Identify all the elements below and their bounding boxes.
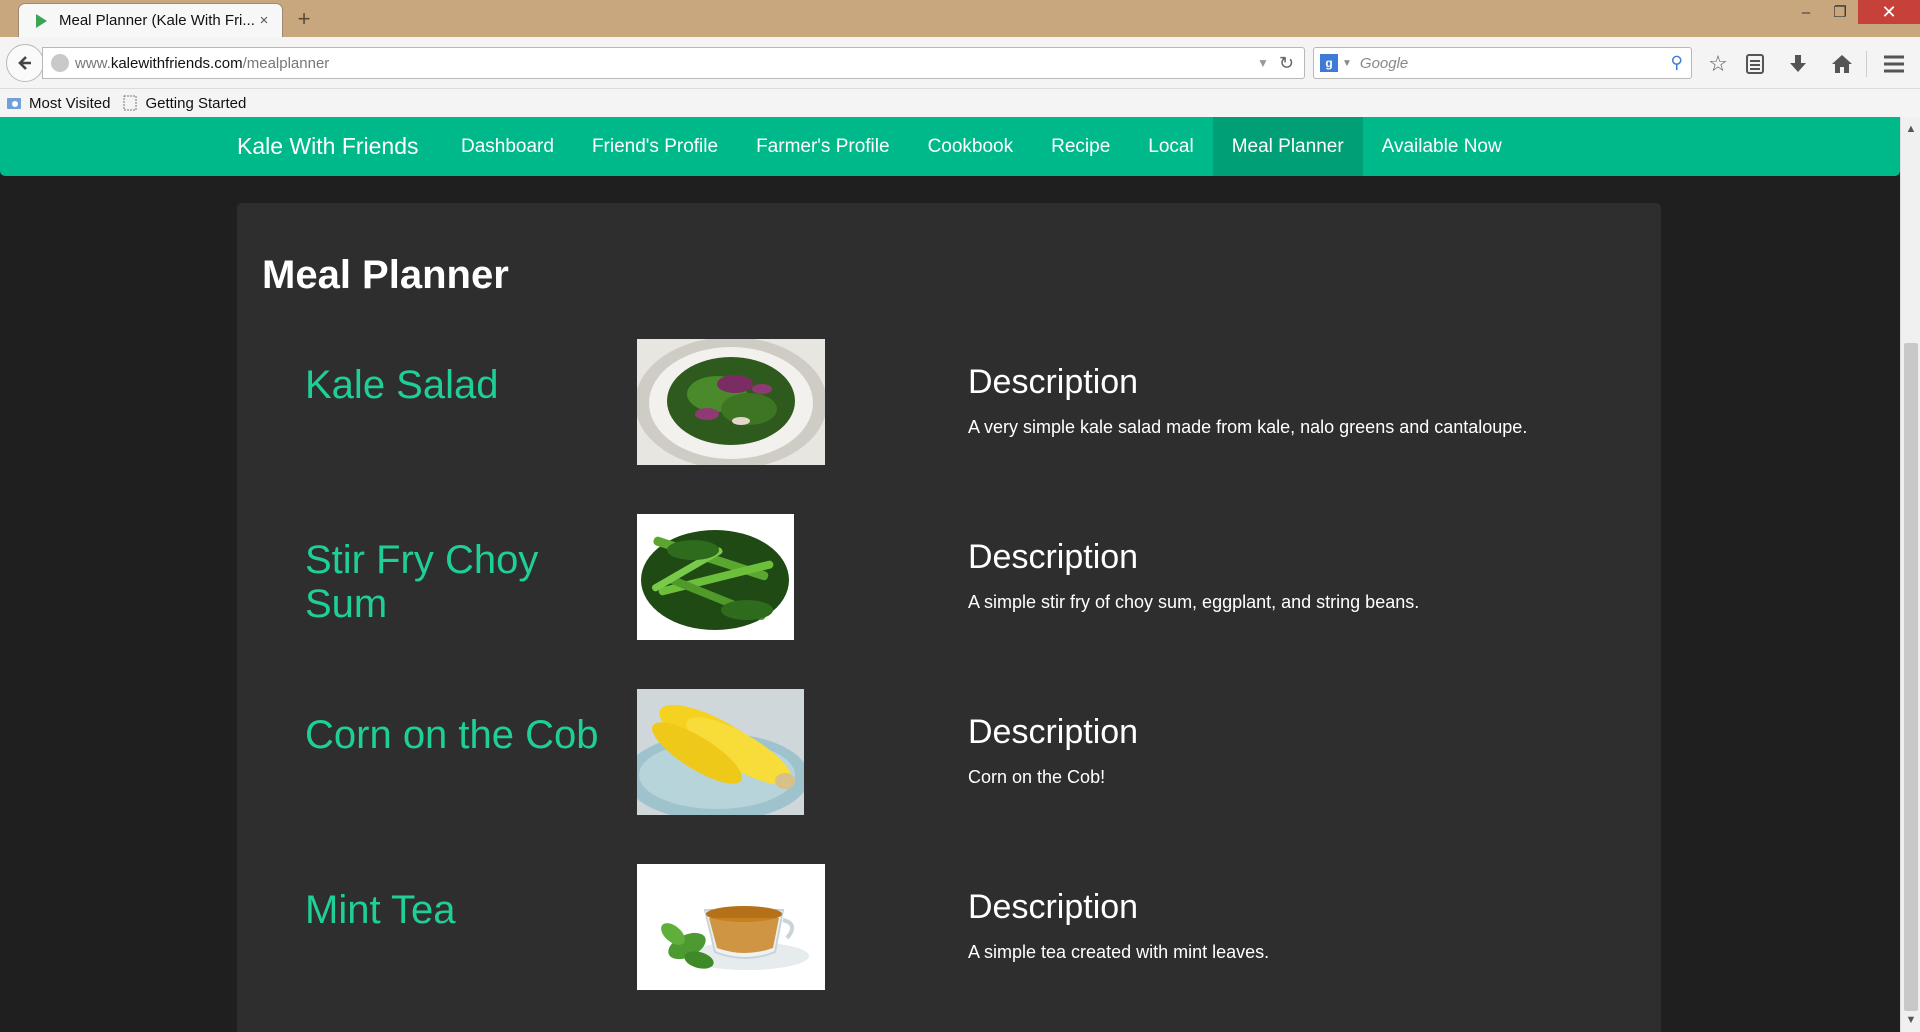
reading-list-icon[interactable] xyxy=(1739,49,1771,79)
meal-name[interactable]: Mint Tea xyxy=(305,888,605,932)
search-icon[interactable]: ⚲ xyxy=(1671,53,1683,73)
nav-meal-planner[interactable]: Meal Planner xyxy=(1212,117,1363,176)
reload-icon[interactable]: ↻ xyxy=(1279,53,1294,74)
globe-icon xyxy=(51,54,69,72)
toolbar-divider xyxy=(1866,51,1867,77)
description-heading: Description xyxy=(968,538,1139,576)
hamburger-menu-icon[interactable] xyxy=(1878,49,1910,79)
back-arrow-icon xyxy=(18,56,31,70)
site-navbar: Kale With Friends Dashboard Friend's Pro… xyxy=(0,117,1900,176)
engine-dropdown-icon[interactable]: ▼ xyxy=(1342,58,1352,69)
page-icon xyxy=(123,95,137,111)
scrollbar-thumb[interactable] xyxy=(1904,343,1918,1011)
nav-friends-profile[interactable]: Friend's Profile xyxy=(573,117,737,176)
bookmark-star-icon[interactable]: ☆ xyxy=(1702,49,1734,79)
bookmarks-toolbar: Most Visited Getting Started xyxy=(0,89,1920,117)
address-url: www.kalewithfriends.com/mealplanner xyxy=(75,54,330,72)
tab-close-icon[interactable]: × xyxy=(256,12,272,29)
nav-cookbook[interactable]: Cookbook xyxy=(909,117,1033,176)
back-button[interactable] xyxy=(6,44,44,82)
scroll-down-icon[interactable]: ▼ xyxy=(1901,1010,1920,1030)
meal-description: A simple stir fry of choy sum, eggplant,… xyxy=(968,592,1420,612)
tab-title: Meal Planner (Kale With Fri... xyxy=(59,12,255,29)
new-tab-button[interactable]: + xyxy=(292,6,316,32)
home-icon[interactable] xyxy=(1826,49,1858,79)
meal-row: Mint Tea Description A simple tea create… xyxy=(237,864,1661,990)
browser-tab[interactable]: Meal Planner (Kale With Fri... × xyxy=(18,3,283,37)
scroll-up-icon[interactable]: ▲ xyxy=(1901,119,1920,139)
kale-salad-photo xyxy=(637,339,825,465)
browser-toolbar: www.kalewithfriends.com/mealplanner ▼ ↻ … xyxy=(0,37,1920,89)
meal-description: Corn on the Cob! xyxy=(968,767,1106,787)
mint-tea-photo xyxy=(637,864,825,990)
meal-name[interactable]: Kale Salad xyxy=(305,363,605,407)
site-brand[interactable]: Kale With Friends xyxy=(237,117,419,176)
meal-name[interactable]: Corn on the Cob xyxy=(305,713,605,757)
description-heading: Description xyxy=(968,713,1139,751)
close-window-button[interactable]: ✕ xyxy=(1858,0,1920,24)
bookmark-label: Getting Started xyxy=(145,94,247,112)
page-viewport: Kale With Friends Dashboard Friend's Pro… xyxy=(0,117,1900,1032)
nav-local[interactable]: Local xyxy=(1129,117,1212,176)
browser-tab-strip: Meal Planner (Kale With Fri... × + ‒ ❐ ✕ xyxy=(0,0,1920,37)
nav-dashboard[interactable]: Dashboard xyxy=(442,117,573,176)
url-dropdown-icon[interactable]: ▼ xyxy=(1257,56,1269,70)
bookmark-most-visited[interactable]: Most Visited xyxy=(6,95,110,112)
meal-description: A simple tea created with mint leaves. xyxy=(968,942,1270,962)
meal-row: Corn on the Cob Description Corn on the … xyxy=(237,689,1661,815)
corn-photo xyxy=(637,689,804,815)
bookmark-getting-started[interactable]: Getting Started xyxy=(122,95,246,112)
search-box[interactable]: g ▼ Google ⚲ xyxy=(1313,47,1692,79)
download-icon[interactable] xyxy=(1782,49,1814,79)
description-heading: Description xyxy=(968,888,1139,926)
nav-farmers-profile[interactable]: Farmer's Profile xyxy=(737,117,908,176)
meal-row: Stir Fry Choy Sum Description A simple s… xyxy=(237,514,1661,640)
search-input[interactable]: Google xyxy=(1360,55,1671,72)
nav-recipe[interactable]: Recipe xyxy=(1032,117,1129,176)
maximize-window-button[interactable]: ❐ xyxy=(1818,0,1862,24)
page-scrollbar[interactable]: ▲ ▼ xyxy=(1900,117,1920,1032)
meal-name[interactable]: Stir Fry Choy Sum xyxy=(305,538,605,626)
address-bar[interactable]: www.kalewithfriends.com/mealplanner ▼ ↻ xyxy=(42,47,1305,79)
google-engine-icon[interactable]: g xyxy=(1320,54,1338,72)
meal-description: A very simple kale salad made from kale,… xyxy=(968,417,1528,437)
choy-sum-photo xyxy=(637,514,794,640)
page-title: Meal Planner xyxy=(262,253,509,297)
site-nav-links: Dashboard Friend's Profile Farmer's Prof… xyxy=(442,117,1521,176)
play-favicon-icon xyxy=(36,13,47,28)
bookmark-label: Most Visited xyxy=(29,94,111,112)
meal-row: Kale Salad Description A very simple kal… xyxy=(237,339,1661,465)
folder-icon xyxy=(7,98,21,109)
description-heading: Description xyxy=(968,363,1139,401)
nav-available-now[interactable]: Available Now xyxy=(1363,117,1521,176)
meal-planner-panel: Meal Planner Kale Salad Description A ve… xyxy=(237,203,1661,1032)
